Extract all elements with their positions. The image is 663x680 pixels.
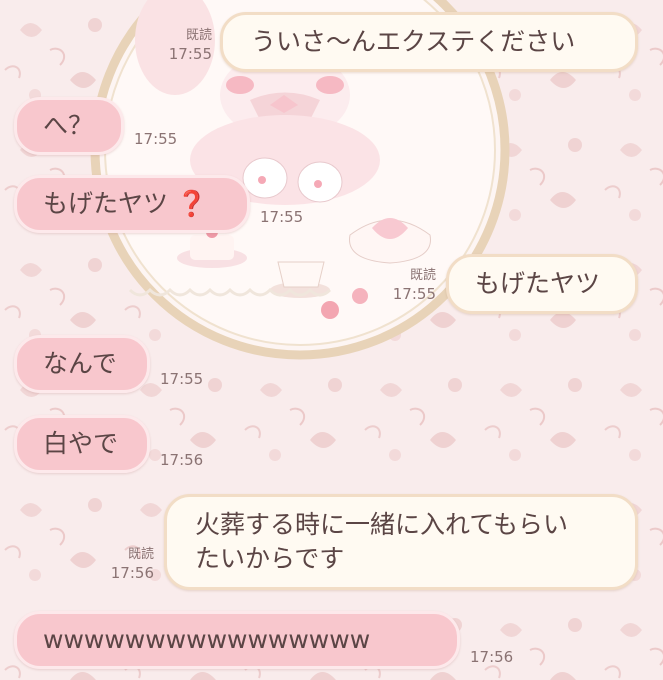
message-text: もげたヤツ bbox=[43, 189, 169, 218]
read-receipt: 既読 bbox=[409, 268, 436, 283]
red-question-mark-icon: ❓ bbox=[176, 189, 208, 218]
outgoing-message-bubble[interactable]: 火葬する時に一緒に入れてもらい たいからです bbox=[164, 494, 638, 590]
message-text-line-1: 火葬する時に一緒に入れてもらい bbox=[195, 510, 569, 539]
message-text-line-2: たいからです bbox=[195, 544, 345, 573]
incoming-message-bubble[interactable]: へ？ bbox=[14, 97, 124, 155]
incoming-message-bubble[interactable]: 白やで bbox=[14, 415, 150, 473]
message-text: もげたヤツ bbox=[475, 269, 601, 298]
message-meta: 既読 17:56 bbox=[102, 546, 154, 582]
message-time: 17:56 bbox=[470, 648, 514, 666]
read-receipt: 既読 bbox=[127, 547, 154, 562]
message-time: 17:55 bbox=[168, 45, 212, 63]
read-receipt: 既読 bbox=[185, 28, 212, 43]
message-time: 17:55 bbox=[392, 285, 436, 303]
message-text: へ？ bbox=[43, 111, 94, 140]
message-text: ういさ〜んエクステください bbox=[251, 27, 576, 56]
message-meta: 既読 17:55 bbox=[384, 267, 436, 303]
message-text: 白やで bbox=[43, 429, 119, 458]
message-time: 17:55 bbox=[160, 370, 204, 388]
outgoing-message-bubble[interactable]: ういさ〜んエクステください bbox=[220, 12, 638, 72]
outgoing-message-bubble[interactable]: もげたヤツ bbox=[446, 254, 638, 314]
message-text-wrap: もげたヤツ ❓ bbox=[43, 187, 247, 221]
message-meta: 既読 17:55 bbox=[160, 27, 212, 63]
message-time: 17:56 bbox=[110, 564, 154, 582]
message-time: 17:55 bbox=[260, 208, 304, 226]
message-text: wwwwwwwwwwwwwwww bbox=[43, 625, 371, 654]
incoming-message-bubble[interactable]: なんで bbox=[14, 335, 150, 393]
incoming-message-bubble[interactable]: もげたヤツ ❓ bbox=[14, 175, 250, 233]
incoming-message-bubble[interactable]: wwwwwwwwwwwwwwww bbox=[14, 611, 460, 669]
message-time: 17:55 bbox=[134, 130, 178, 148]
message-text: なんで bbox=[43, 349, 117, 378]
message-time: 17:56 bbox=[160, 451, 204, 469]
